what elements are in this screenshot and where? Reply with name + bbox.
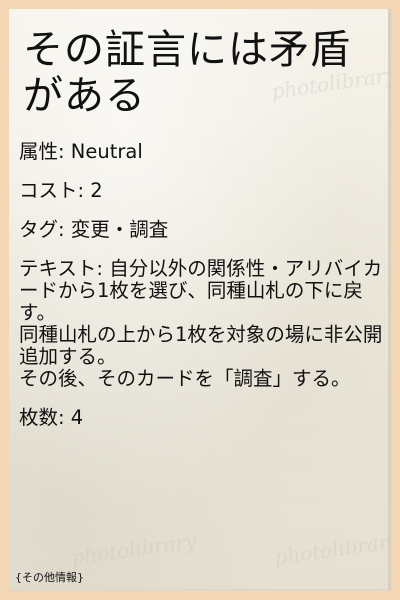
text-label: テキスト:: [19, 257, 110, 280]
watermark: photolibrary: [272, 528, 391, 570]
card-panel: photolibrary photolibrary photolibrary そ…: [9, 9, 391, 591]
watermark: photolibrary: [69, 528, 198, 570]
cost-value: 2: [90, 179, 103, 202]
card-title: その証言には矛盾がある: [23, 27, 351, 119]
tags-field: タグ: 変更・調査: [19, 219, 385, 241]
tags-value: 変更・調査: [70, 218, 169, 241]
text-field: テキスト: 自分以外の関係性・アリバイカードから1枚を選び、同種山札の下に戻す。…: [19, 258, 385, 390]
cost-field: コスト: 2: [19, 180, 385, 202]
attribute-field: 属性: Neutral: [19, 141, 385, 163]
footer-info: {その他情報}: [15, 571, 84, 584]
count-label: 枚数:: [19, 406, 71, 429]
tags-label: タグ:: [19, 218, 71, 241]
card-fields: 属性: Neutral コスト: 2 タグ: 変更・調査 テキスト: 自分以外の…: [19, 141, 385, 446]
count-field: 枚数: 4: [19, 407, 385, 429]
attribute-label: 属性:: [19, 140, 71, 163]
count-value: 4: [70, 406, 84, 429]
cost-label: コスト:: [19, 179, 91, 202]
attribute-value: Neutral: [70, 140, 143, 163]
